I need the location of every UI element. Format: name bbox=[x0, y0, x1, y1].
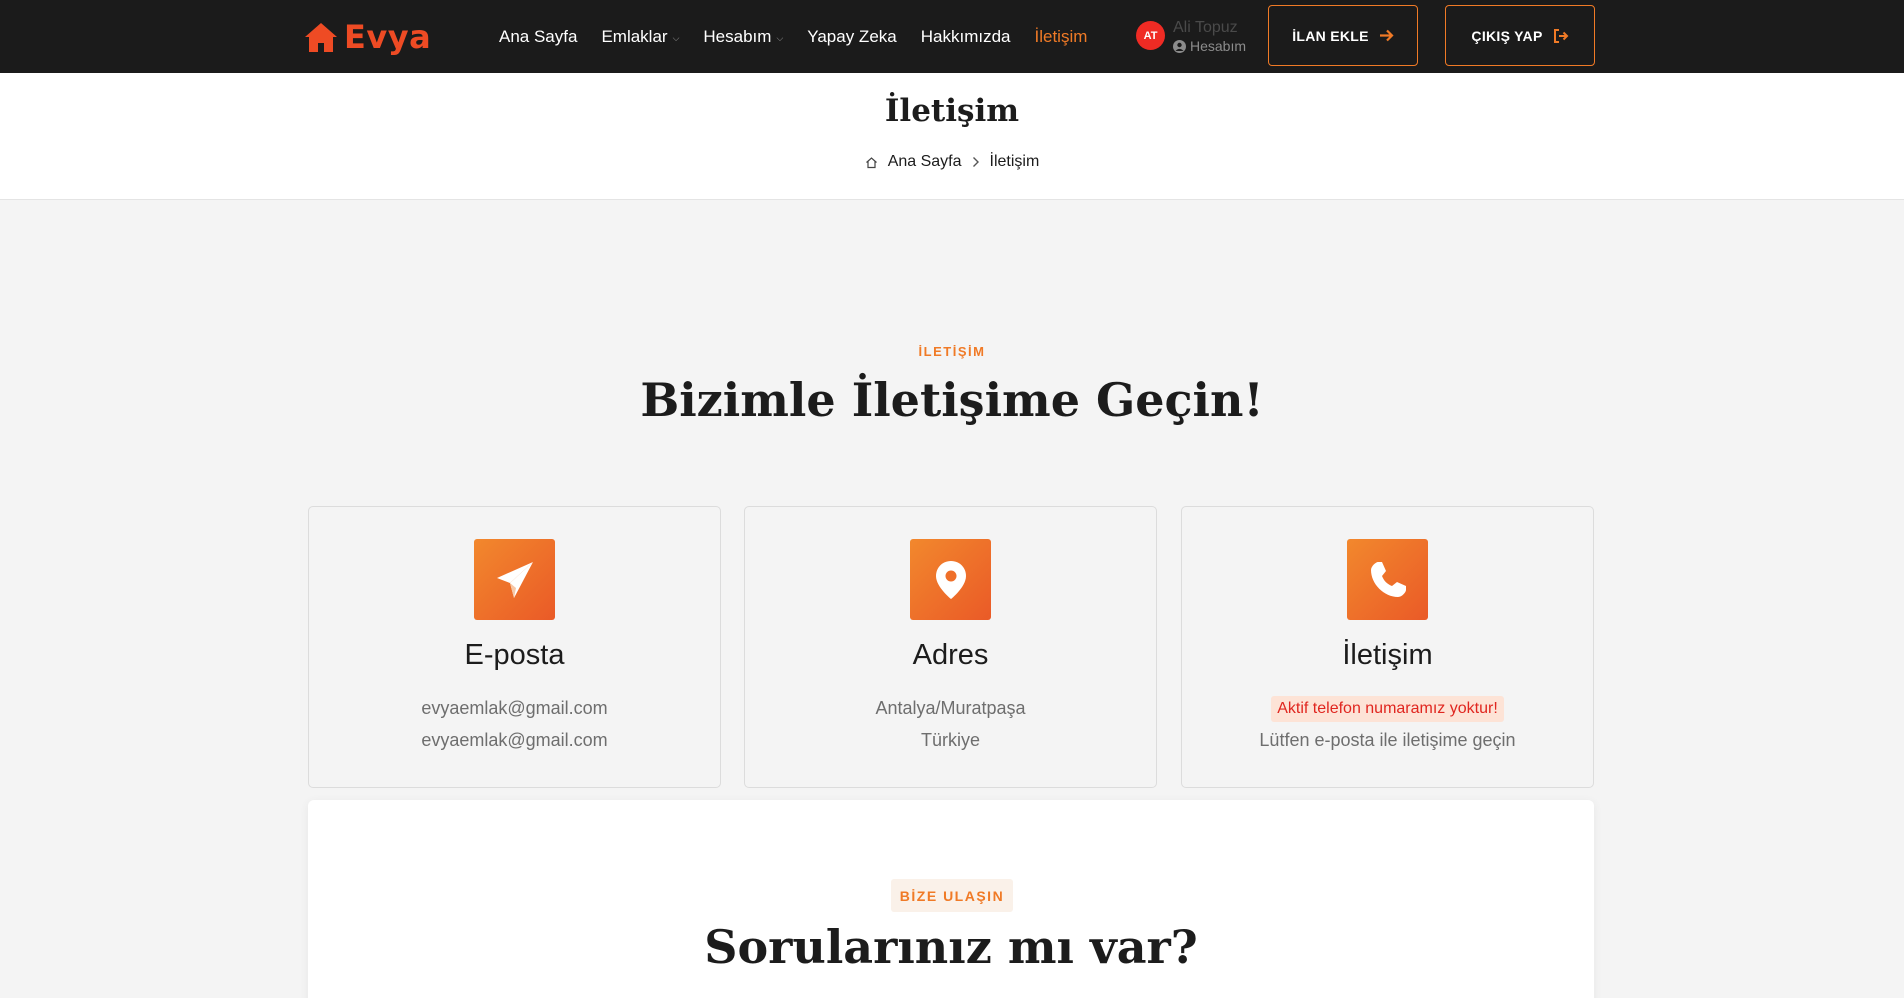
address-card: Adres Antalya/Muratpaşa Türkiye bbox=[744, 506, 1157, 788]
chevron-down-icon: ⌵ bbox=[776, 32, 784, 43]
logo-text: Evya bbox=[344, 18, 432, 56]
avatar: AT bbox=[1136, 21, 1165, 50]
paper-plane-icon bbox=[496, 561, 533, 598]
no-phone-warning: Aktif telefon numaramız yoktur! bbox=[1271, 696, 1504, 722]
section-title: Bizimle İletişime Geçin! bbox=[640, 373, 1264, 427]
logo[interactable]: Evya bbox=[304, 17, 431, 57]
map-pin-icon bbox=[935, 560, 966, 599]
nav-label: Ana Sayfa bbox=[499, 26, 578, 46]
section-eyebrow: İLETİŞİM bbox=[918, 344, 986, 359]
add-listing-label: İLAN EKLE bbox=[1292, 27, 1369, 44]
form-title: Sorularınız mı var? bbox=[704, 920, 1198, 974]
home-icon bbox=[865, 156, 877, 168]
page-header: İletişim Ana Sayfa İletişim bbox=[0, 73, 1904, 200]
nav-item-account[interactable]: Hesabım ⌵ bbox=[703, 27, 783, 47]
card-icon-box bbox=[1347, 539, 1428, 620]
user-name: Ali Topuz bbox=[1173, 19, 1238, 36]
email-card: E-posta evyaemlak@gmail.com evyaemlak@gm… bbox=[308, 506, 721, 788]
address-line-1: Antalya/Muratpaşa bbox=[875, 698, 1026, 718]
logout-label: ÇIKIŞ YAP bbox=[1471, 27, 1543, 44]
user-circle-icon bbox=[1173, 39, 1186, 53]
card-title: E-posta bbox=[464, 639, 565, 671]
arrow-right-icon bbox=[1379, 29, 1394, 42]
warning-wrap: Aktif telefon numaramız yoktur! bbox=[1182, 696, 1593, 722]
card-title: Adres bbox=[912, 639, 989, 671]
breadcrumb: Ana Sayfa İletişim bbox=[0, 153, 1904, 171]
nav-label: Hesabım bbox=[703, 26, 772, 46]
address-line-2: Türkiye bbox=[920, 730, 980, 750]
contact-form-panel: BİZE ULAŞIN Sorularınız mı var? bbox=[308, 800, 1594, 998]
chevron-down-icon: ⌵ bbox=[672, 32, 680, 43]
phone-icon bbox=[1370, 561, 1406, 597]
card-icon-box bbox=[474, 539, 555, 620]
user-sub: Hesabım bbox=[1173, 38, 1246, 54]
email-line-1[interactable]: evyaemlak@gmail.com bbox=[309, 698, 720, 719]
nav-item-contact[interactable]: İletişim bbox=[1034, 27, 1087, 47]
add-listing-button[interactable]: İLAN EKLE bbox=[1268, 5, 1418, 66]
phone-card: İletişim Aktif telefon numaramız yoktur!… bbox=[1181, 506, 1594, 788]
nav-item-listings[interactable]: Emlaklar ⌵ bbox=[601, 27, 679, 47]
logout-icon bbox=[1553, 28, 1569, 43]
page-title: İletişim bbox=[884, 93, 1020, 129]
user-menu[interactable]: AT Ali Topuz Hesabım bbox=[1136, 18, 1246, 58]
nav-item-ai[interactable]: Yapay Zeka bbox=[807, 27, 896, 47]
user-info: Ali Topuz Hesabım bbox=[1173, 18, 1246, 54]
top-navbar: Evya Ana Sayfa Emlaklar ⌵ Hesabım ⌵ Yapay … bbox=[0, 0, 1904, 73]
nav-label: Yapay Zeka bbox=[807, 26, 897, 46]
chevron-right-icon bbox=[972, 157, 979, 167]
nav-item-about[interactable]: Hakkımızda bbox=[921, 27, 1011, 47]
card-title: İletişim bbox=[1342, 639, 1433, 671]
nav-label: Emlaklar bbox=[601, 26, 668, 46]
nav-label: Hakkımızda bbox=[920, 26, 1011, 46]
phone-note: Lütfen e-posta ile iletişime geçin bbox=[1259, 730, 1516, 750]
main-nav: Ana Sayfa Emlaklar ⌵ Hesabım ⌵ Yapay Zeka … bbox=[499, 0, 1111, 73]
email-line-2[interactable]: evyaemlak@gmail.com bbox=[309, 730, 720, 751]
card-icon-box bbox=[910, 539, 991, 620]
nav-item-home[interactable]: Ana Sayfa bbox=[499, 27, 577, 47]
house-icon bbox=[305, 22, 337, 52]
form-eyebrow: BİZE ULAŞIN bbox=[891, 879, 1013, 912]
breadcrumb-home[interactable]: Ana Sayfa bbox=[888, 153, 962, 171]
user-sub-label: Hesabım bbox=[1190, 38, 1247, 54]
breadcrumb-current: İletişim bbox=[989, 153, 1040, 170]
nav-label: İletişim bbox=[1034, 26, 1088, 46]
logout-button[interactable]: ÇIKIŞ YAP bbox=[1445, 5, 1595, 66]
